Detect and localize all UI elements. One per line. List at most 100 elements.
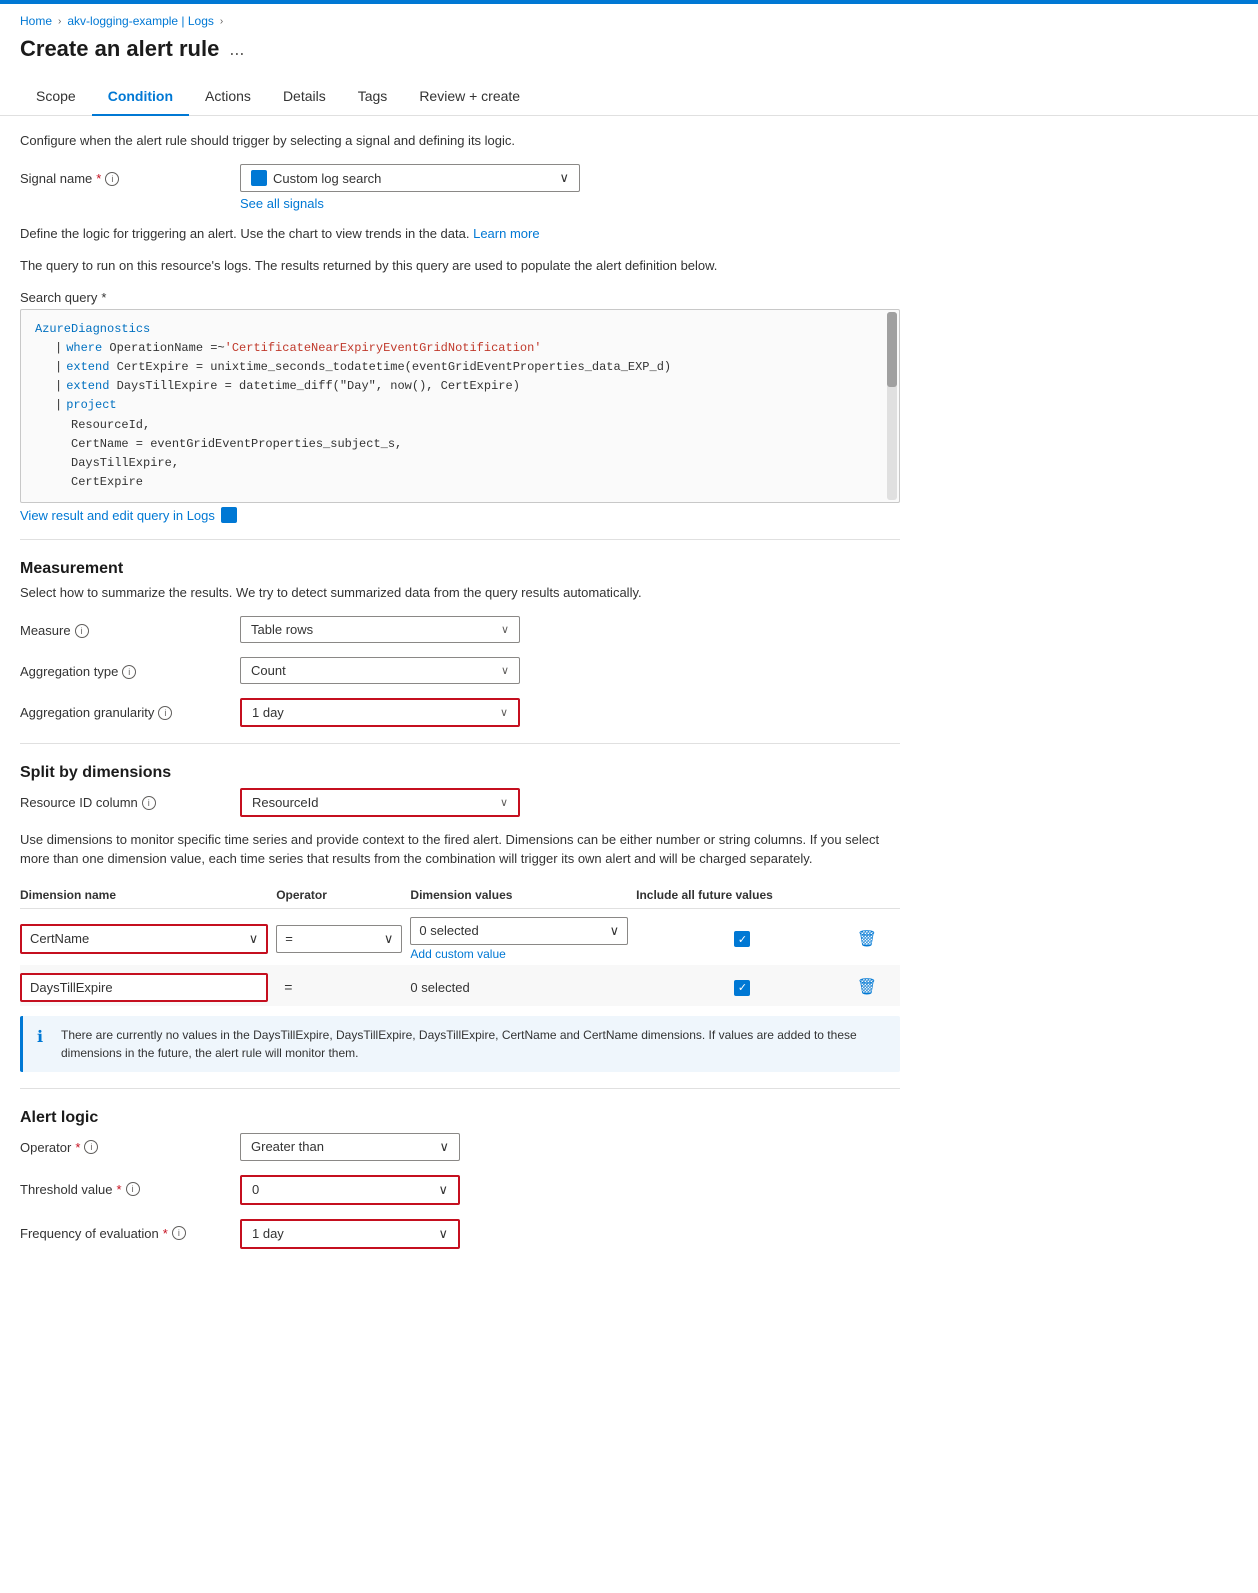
tab-condition[interactable]: Condition <box>92 78 189 116</box>
query-line-4: | extend DaysTillExpire = datetime_diff(… <box>35 377 885 396</box>
measure-row: Measure i Table rows ∨ <box>20 616 900 643</box>
threshold-info-icon[interactable]: i <box>126 1182 140 1196</box>
divider-2 <box>20 743 900 744</box>
tab-actions[interactable]: Actions <box>189 78 267 116</box>
query-scrollbar[interactable] <box>887 312 897 501</box>
divider-3 <box>20 1088 900 1089</box>
view-result-row: View result and edit query in Logs <box>20 507 900 523</box>
view-result-link[interactable]: View result and edit query in Logs <box>20 508 215 523</box>
measurement-section: Measurement Select how to summarize the … <box>20 560 900 727</box>
certname-op-chevron-icon: ∨ <box>384 931 394 947</box>
measurement-desc: Select how to summarize the results. We … <box>20 584 900 602</box>
daystillexpire-include-future-checkbox[interactable]: ✓ <box>734 980 750 996</box>
aggregation-granularity-select[interactable]: 1 day ∨ <box>240 698 520 727</box>
dim-future-cell-1: ✓ <box>636 908 857 965</box>
split-dimensions-section: Split by dimensions Resource ID column i… <box>20 764 900 1071</box>
daystillexpire-dimension-input[interactable]: DaysTillExpire <box>20 973 268 1002</box>
agg-gran-info-icon[interactable]: i <box>158 706 172 720</box>
query-line-1: AzureDiagnostics <box>35 320 885 339</box>
aggregation-type-select[interactable]: Count ∨ <box>240 657 520 684</box>
more-options-button[interactable]: ... <box>229 39 244 60</box>
certname-values-select[interactable]: 0 selected ∨ <box>410 917 628 945</box>
dim-col-delete <box>857 882 900 909</box>
resource-id-select[interactable]: ResourceId ∨ <box>240 788 520 817</box>
operator-chevron-icon: ∨ <box>439 1139 449 1155</box>
measurement-title: Measurement <box>20 560 900 578</box>
measure-chevron-icon: ∨ <box>501 623 509 636</box>
dim-values-cell-1: 0 selected ∨ Add custom value <box>410 908 636 965</box>
certname-include-future-checkbox[interactable]: ✓ <box>734 931 750 947</box>
tab-review-create[interactable]: Review + create <box>403 78 536 116</box>
query-line-5: | project <box>35 396 885 415</box>
tab-bar: Scope Condition Actions Details Tags Rev… <box>0 78 1258 116</box>
signal-name-row: Signal name * i Custom log search ∨ See … <box>20 164 900 211</box>
dim-values-cell-2: 0 selected <box>410 965 636 1006</box>
dim-operator-cell-2: = <box>276 965 410 1006</box>
daystillexpire-delete-button[interactable]: 🗑 <box>857 979 877 996</box>
measure-label: Measure i <box>20 616 240 638</box>
resource-id-info-icon[interactable]: i <box>142 796 156 810</box>
measure-info-icon[interactable]: i <box>75 624 89 638</box>
threshold-value-input[interactable]: 0 ∨ <box>240 1175 460 1205</box>
dim-delete-cell-2: 🗑 <box>857 965 900 1006</box>
query-line-7: CertName = eventGridEventProperties_subj… <box>35 435 885 454</box>
agg-type-info-icon[interactable]: i <box>122 665 136 679</box>
signal-name-select[interactable]: Custom log search ∨ <box>240 164 580 192</box>
learn-more-link[interactable]: Learn more <box>473 226 539 241</box>
operator-label: Operator * i <box>20 1133 240 1155</box>
search-query-required: * <box>101 290 106 305</box>
info-box-text: There are currently no values in the Day… <box>61 1026 886 1062</box>
add-custom-value-link[interactable]: Add custom value <box>410 947 628 961</box>
dimensions-table: Dimension name Operator Dimension values… <box>20 882 900 1006</box>
operator-select[interactable]: Greater than ∨ <box>240 1133 460 1161</box>
agg-type-chevron-icon: ∨ <box>501 664 509 677</box>
logs-icon <box>221 507 237 523</box>
aggregation-type-row: Aggregation type i Count ∨ <box>20 657 900 684</box>
scope-description: Configure when the alert rule should tri… <box>20 132 900 150</box>
frequency-select[interactable]: 1 day ∨ <box>240 1219 460 1249</box>
aggregation-granularity-label: Aggregation granularity i <box>20 698 240 720</box>
signal-icon <box>251 170 267 186</box>
signal-chevron-icon: ∨ <box>559 170 569 186</box>
dim-operator-cell-1: = ∨ <box>276 908 410 965</box>
dim-col-future: Include all future values <box>636 882 857 909</box>
certname-delete-button[interactable]: 🗑 <box>857 931 877 948</box>
see-all-signals-link[interactable]: See all signals <box>240 196 580 211</box>
frequency-info-icon[interactable]: i <box>172 1226 186 1240</box>
breadcrumb-sep-2: › <box>220 16 223 27</box>
tab-scope[interactable]: Scope <box>20 78 92 116</box>
aggregation-type-label: Aggregation type i <box>20 657 240 679</box>
resource-id-row: Resource ID column i ResourceId ∨ <box>20 788 900 817</box>
threshold-chevron-icon: ∨ <box>438 1182 448 1198</box>
frequency-required: * <box>163 1226 168 1241</box>
query-line-3: | extend CertExpire = unixtime_seconds_t… <box>35 358 885 377</box>
dim-name-cell-1: CertName ∨ <box>20 908 276 965</box>
main-content: Configure when the alert rule should tri… <box>0 116 920 1279</box>
measure-select[interactable]: Table rows ∨ <box>240 616 520 643</box>
certname-dimension-select[interactable]: CertName ∨ <box>20 924 268 954</box>
tab-tags[interactable]: Tags <box>342 78 404 116</box>
divider-1 <box>20 539 900 540</box>
signal-name-info-icon[interactable]: i <box>105 172 119 186</box>
table-row: DaysTillExpire = 0 selected ✓ <box>20 965 900 1006</box>
alert-logic-section: Alert logic Operator * i Greater than ∨ … <box>20 1109 900 1249</box>
dim-description: Use dimensions to monitor specific time … <box>20 831 900 867</box>
dimensions-info-box: ℹ There are currently no values in the D… <box>20 1016 900 1072</box>
search-query-label: Search query <box>20 290 97 305</box>
aggregation-granularity-row: Aggregation granularity i 1 day ∨ <box>20 698 900 727</box>
tab-details[interactable]: Details <box>267 78 342 116</box>
dim-col-values: Dimension values <box>410 882 636 909</box>
table-row: CertName ∨ = ∨ 0 selected <box>20 908 900 965</box>
dim-name-cell-2: DaysTillExpire <box>20 965 276 1006</box>
query-line-9: CertExpire <box>35 473 885 492</box>
signal-name-label: Signal name * i <box>20 164 240 186</box>
breadcrumb-home[interactable]: Home <box>20 14 52 28</box>
page-title: Create an alert rule <box>20 36 219 62</box>
query-line-6: ResourceId, <box>35 416 885 435</box>
operator-required: * <box>75 1140 80 1155</box>
operator-info-icon[interactable]: i <box>84 1140 98 1154</box>
search-query-editor[interactable]: AzureDiagnostics | where OperationName =… <box>20 309 900 504</box>
certname-operator-select[interactable]: = ∨ <box>276 925 402 953</box>
dim-future-cell-2: ✓ <box>636 965 857 1006</box>
breadcrumb-logs[interactable]: akv-logging-example | Logs <box>67 14 214 28</box>
